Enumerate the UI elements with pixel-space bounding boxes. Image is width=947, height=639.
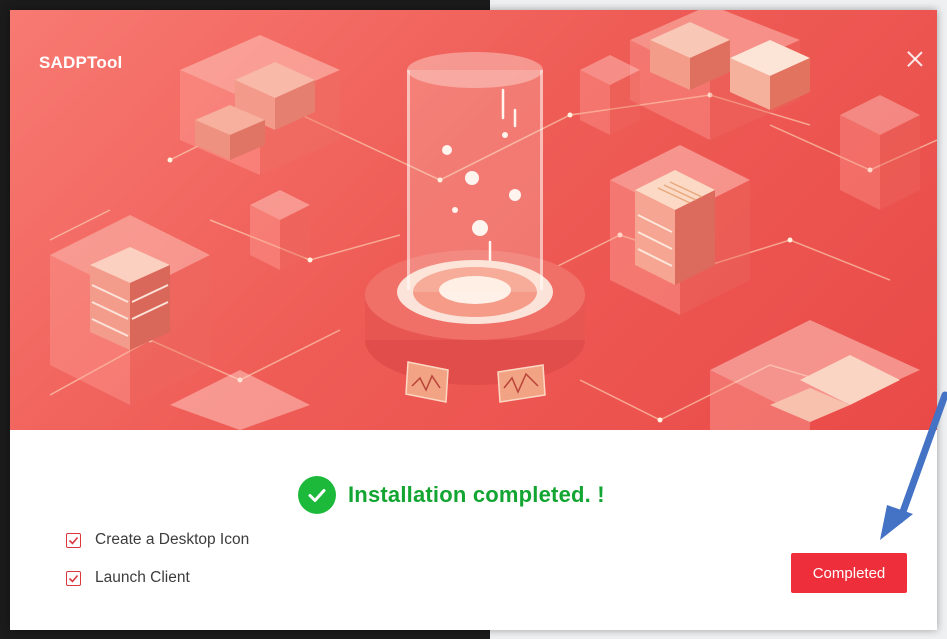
check-circle-icon [298,476,336,514]
desktop-icon-checkbox[interactable] [66,532,81,548]
installer-window: SADPTool Installation completed. ! Creat… [10,10,937,630]
desktop-icon-label: Create a Desktop Icon [95,531,250,548]
launch-client-label: Launch Client [95,569,190,586]
option-desktop-icon[interactable]: Create a Desktop Icon [66,530,249,550]
status-text: Installation completed. ! [348,482,605,507]
option-launch-client[interactable]: Launch Client [66,568,190,588]
app-title: SADPTool [39,53,123,72]
completed-button[interactable]: Completed [791,553,907,593]
close-icon[interactable] [904,48,926,70]
launch-client-checkbox[interactable] [66,570,81,586]
isometric-illustration [49,10,937,430]
banner-illustration: SADPTool [10,10,937,430]
install-status: Installation completed. ! [298,475,605,515]
